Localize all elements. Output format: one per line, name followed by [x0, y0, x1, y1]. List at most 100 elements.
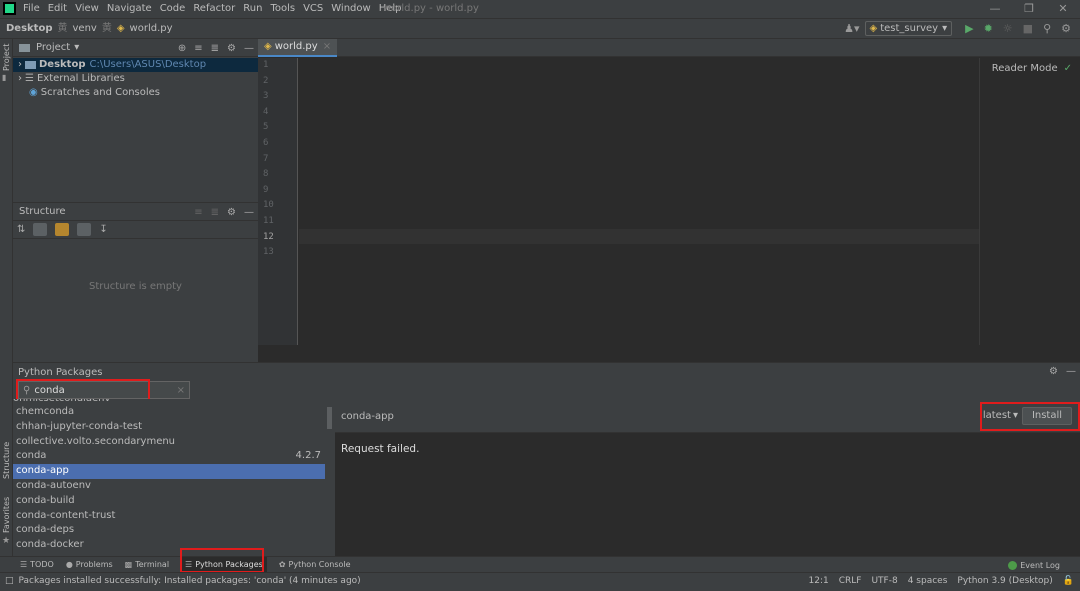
lock-icon[interactable]: 🔓: [1063, 576, 1074, 586]
reader-mode-toggle[interactable]: Reader Mode ✓: [992, 63, 1072, 74]
python-interpreter[interactable]: Python 3.9 (Desktop): [957, 576, 1052, 586]
tree-item-scratches[interactable]: ◉ Scratches and Consoles: [13, 86, 258, 100]
collapse-all-icon[interactable]: ≣: [211, 43, 219, 54]
breadcrumb-venv[interactable]: venv: [73, 19, 97, 38]
tab-world-py[interactable]: ◈ world.py ×: [258, 38, 338, 57]
close-icon[interactable]: ✕: [1046, 0, 1080, 18]
hide-icon[interactable]: —: [244, 207, 254, 218]
line-number: 9: [263, 184, 269, 195]
current-line-highlight[interactable]: [299, 229, 979, 244]
package-item[interactable]: conda-build: [13, 494, 325, 509]
tree-item-desktop[interactable]: › Desktop C:\Users\ASUS\Desktop: [13, 58, 258, 72]
todo-tool-tab[interactable]: ☰ TODO: [20, 557, 54, 573]
chevron-down-icon: ▾: [942, 23, 948, 34]
run-configuration-select[interactable]: ◈ test_survey ▾: [864, 21, 953, 36]
menu-refactor[interactable]: Refactor: [193, 0, 235, 18]
scratches-icon: ◉: [29, 87, 38, 98]
package-item[interactable]: conda 4.2.7: [13, 449, 325, 464]
package-item[interactable]: conda-autoenv: [13, 479, 325, 494]
user-icon[interactable]: ♟▾: [844, 22, 859, 35]
file-encoding[interactable]: UTF-8: [871, 576, 897, 586]
python-file-icon: ◈: [264, 41, 272, 52]
package-list-scrollbar[interactable]: [327, 407, 332, 429]
expand-all-icon[interactable]: ≡: [194, 207, 202, 218]
run-configuration-label: test_survey: [880, 23, 939, 34]
package-item[interactable]: conda-deps: [13, 523, 325, 538]
tree-item-label: External Libraries: [36, 73, 125, 84]
breadcrumb-world-py[interactable]: world.py: [130, 19, 173, 38]
tab-label: world.py: [274, 41, 318, 52]
structure-tool-tab[interactable]: Structure: [2, 442, 11, 479]
line-separator[interactable]: CRLF: [839, 576, 862, 586]
gear-icon[interactable]: ⚙: [227, 207, 236, 218]
menu-navigate[interactable]: Navigate: [107, 0, 152, 18]
package-item[interactable]: chemconda: [13, 405, 325, 420]
line-number: 4: [263, 106, 269, 117]
line-number: 2: [263, 75, 269, 86]
menu-edit[interactable]: Edit: [48, 0, 67, 18]
line-number-current: 12: [263, 231, 274, 242]
python-packages-actions: ⚙ —: [1041, 366, 1076, 377]
project-tool-tab[interactable]: Project: [2, 44, 11, 71]
package-item[interactable]: collective.volto.secondarymenu: [13, 435, 325, 450]
menu-vcs[interactable]: VCS: [303, 0, 323, 18]
terminal-tool-tab[interactable]: ▩ Terminal: [125, 557, 169, 573]
breadcrumb-separator-icon: ⻩: [101, 23, 112, 34]
python-console-tool-tab[interactable]: ✿ Python Console: [279, 557, 351, 573]
menu-view[interactable]: View: [75, 0, 99, 18]
menu-run[interactable]: Run: [243, 0, 262, 18]
menu-file[interactable]: File: [23, 0, 40, 18]
close-tab-icon[interactable]: ×: [323, 41, 331, 52]
show-inherited-icon[interactable]: [55, 223, 70, 236]
folder-icon: ▮: [2, 73, 7, 82]
stop-icon[interactable]: ■: [1023, 22, 1033, 35]
run-icon[interactable]: ▶: [965, 22, 973, 35]
show-fields-icon[interactable]: [33, 223, 48, 236]
status-message[interactable]: □ Packages installed successfully: Insta…: [5, 573, 361, 588]
sort-icon[interactable]: ⇅: [17, 224, 25, 235]
chevron-right-icon[interactable]: ›: [18, 72, 22, 86]
package-item[interactable]: conda-docker: [13, 538, 325, 553]
expand-all-icon[interactable]: ≡: [194, 43, 202, 54]
indent-setting[interactable]: 4 spaces: [908, 576, 948, 586]
status-bar: □ Packages installed successfully: Insta…: [0, 572, 1080, 591]
debug-icon[interactable]: ✹: [984, 22, 993, 35]
project-panel-title[interactable]: Project: [36, 42, 70, 53]
search-highlight-box: [16, 379, 150, 401]
caret-position[interactable]: 12:1: [809, 576, 829, 586]
todo-tool-tab-label: TODO: [30, 560, 54, 569]
package-version: 4.2.7: [295, 450, 321, 462]
menu-window[interactable]: Window: [331, 0, 370, 18]
menu-code[interactable]: Code: [160, 0, 186, 18]
search-icon[interactable]: ⚲: [1043, 22, 1051, 35]
collapse-all-icon[interactable]: ≣: [211, 207, 219, 218]
settings-gear-icon[interactable]: ⚙: [1061, 22, 1071, 35]
minimize-icon[interactable]: —: [978, 0, 1012, 18]
problems-tool-tab[interactable]: ● Problems: [66, 557, 113, 573]
restore-icon[interactable]: ❐: [1012, 0, 1046, 18]
coverage-icon[interactable]: ☼: [1003, 22, 1013, 35]
chevron-down-icon[interactable]: ▾: [74, 42, 79, 53]
breadcrumb-desktop[interactable]: Desktop: [6, 19, 53, 38]
locate-icon[interactable]: ⊕: [178, 43, 186, 54]
event-log-tool-tab[interactable]: Event Log: [1008, 557, 1060, 573]
autoscroll-to-source-icon[interactable]: [77, 223, 92, 236]
chevron-right-icon[interactable]: ›: [18, 58, 22, 72]
autoscroll-from-source-icon[interactable]: ↧: [99, 224, 107, 235]
clear-search-icon[interactable]: ×: [177, 385, 185, 396]
tree-item-external-libraries[interactable]: › ☰ External Libraries: [13, 72, 258, 86]
gear-icon[interactable]: ⚙: [227, 43, 236, 54]
editor: ◈ world.py × 1 2 3 4 5 6 7 8 9 10 11 12 …: [258, 38, 1080, 362]
structure-toolbar: ⇅ ↧: [13, 221, 258, 239]
status-bar-toggle-icon[interactable]: □: [5, 576, 14, 586]
favorites-tool-tab[interactable]: Favorites: [2, 497, 11, 533]
gear-icon[interactable]: ⚙: [1049, 366, 1058, 377]
hide-icon[interactable]: —: [244, 43, 254, 54]
tree-item-path: C:\Users\ASUS\Desktop: [89, 59, 207, 70]
menu-tools[interactable]: Tools: [270, 0, 295, 18]
package-item[interactable]: conda-content-trust: [13, 509, 325, 524]
package-item[interactable]: chhan-jupyter-conda-test: [13, 420, 325, 435]
hide-icon[interactable]: —: [1066, 366, 1076, 377]
line-number: 1: [263, 60, 269, 70]
package-item-selected[interactable]: conda-app: [13, 464, 325, 479]
